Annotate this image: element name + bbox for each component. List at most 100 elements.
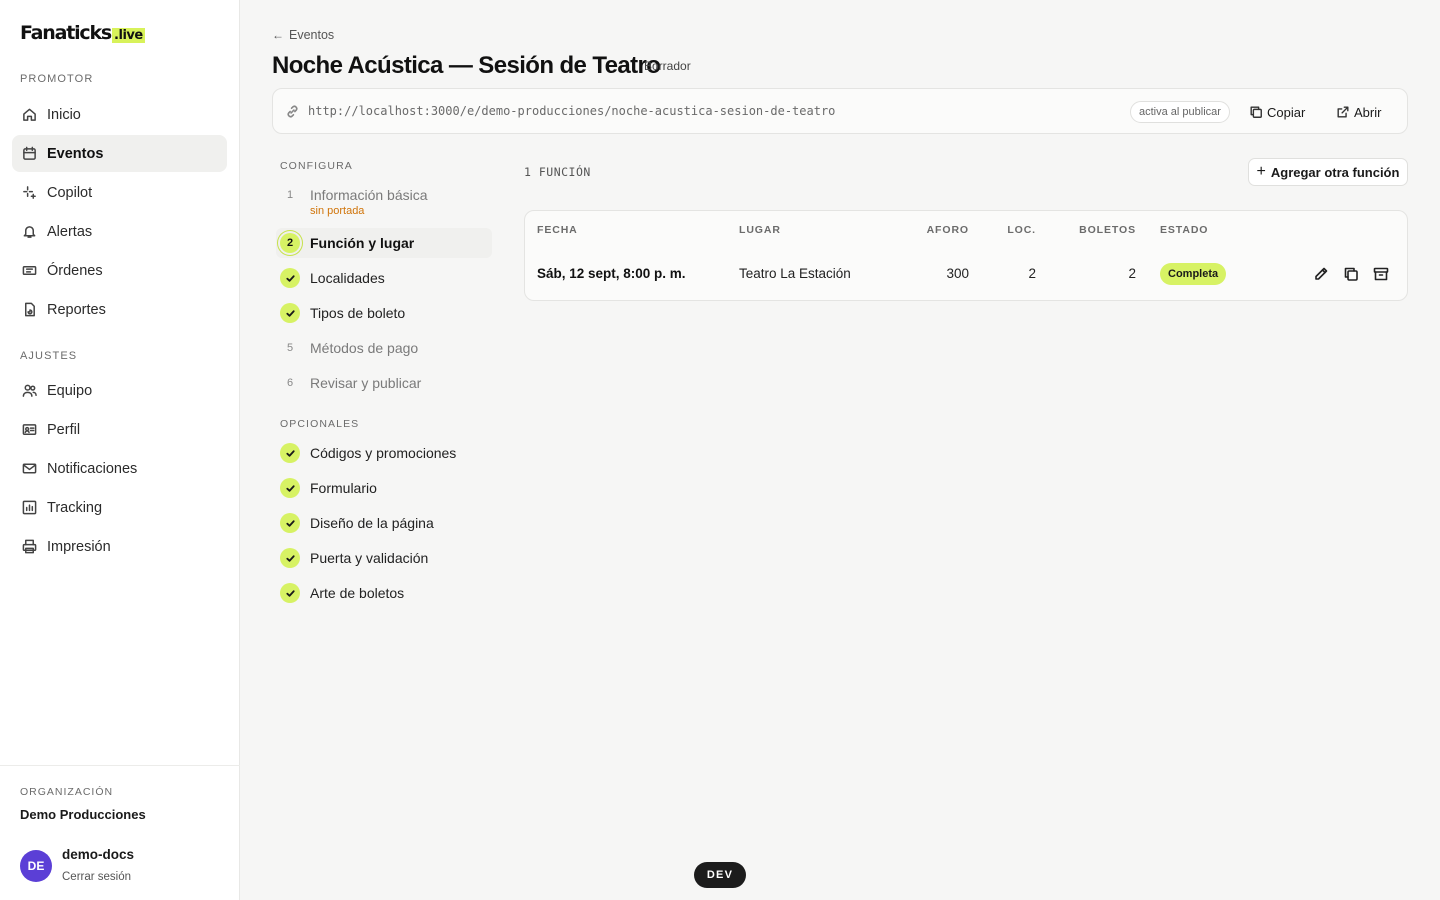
step-label: Función y lugar	[310, 235, 415, 251]
step-funcion-y-lugar[interactable]: 2 Función y lugar	[276, 228, 492, 258]
step-label: Formulario	[310, 480, 377, 496]
logo-suffix-text: .live	[112, 28, 145, 43]
back-link-label: Eventos	[289, 28, 335, 42]
step-number: 1	[286, 189, 294, 201]
back-link[interactable]: ← Eventos	[272, 28, 334, 42]
plus-icon: +	[1256, 163, 1266, 180]
link-icon	[285, 104, 300, 119]
org-name[interactable]: Demo Producciones	[20, 807, 146, 822]
check-icon	[280, 513, 300, 533]
function-count: 1 FUNCIÓN	[524, 165, 591, 179]
ticket-icon	[21, 263, 37, 279]
brand-logo[interactable]: Fanaticks .live	[20, 22, 145, 44]
step-codigos-y-promociones[interactable]: Códigos y promociones	[276, 438, 492, 468]
sidebar: Fanaticks .live PROMOTOR Inicio Eventos C…	[0, 0, 240, 900]
step-metodos-de-pago[interactable]: 5 Métodos de pago	[276, 333, 492, 363]
sidebar-item-label: Notificaciones	[47, 460, 138, 477]
logo-main-text: Fanaticks	[20, 22, 112, 44]
pencil-icon	[1315, 267, 1328, 280]
dev-badge[interactable]: DEV	[694, 862, 746, 888]
org-label: ORGANIZACIÓN	[20, 786, 114, 798]
copy-icon	[1250, 106, 1262, 118]
sidebar-item-label: Órdenes	[47, 262, 103, 279]
archive-icon	[1373, 267, 1389, 281]
edit-function-button[interactable]	[1312, 265, 1330, 283]
row-aforo: 300	[946, 266, 969, 281]
step-number: 6	[286, 377, 294, 389]
steps-heading-opcionales: OPCIONALES	[280, 418, 360, 430]
row-lugar: Teatro La Estación	[739, 266, 851, 281]
sidebar-item-inicio[interactable]: Inicio	[12, 96, 227, 133]
column-header-fecha: FECHA	[537, 224, 578, 236]
step-label: Tipos de boleto	[310, 305, 406, 321]
sidebar-item-ordenes[interactable]: Órdenes	[12, 252, 227, 289]
sidebar-item-equipo[interactable]: Equipo	[12, 372, 227, 409]
step-puerta-y-validacion[interactable]: Puerta y validación	[276, 543, 492, 573]
printer-icon	[21, 539, 37, 555]
sidebar-item-label: Equipo	[47, 382, 93, 399]
sidebar-item-alertas[interactable]: Alertas	[12, 213, 227, 250]
archive-function-button[interactable]	[1372, 265, 1390, 283]
sidebar-item-tracking[interactable]: Tracking	[12, 489, 227, 526]
check-icon	[280, 583, 300, 603]
add-function-button[interactable]: + Agregar otra función	[1248, 158, 1408, 186]
sidebar-divider	[0, 765, 240, 766]
column-header-boletos: BOLETOS	[1079, 224, 1136, 236]
sidebar-item-label: Eventos	[47, 145, 104, 162]
sidebar-item-perfil[interactable]: Perfil	[12, 411, 227, 448]
column-header-loc: LOC.	[1007, 224, 1036, 236]
open-url-button[interactable]: Abrir	[1336, 101, 1381, 123]
step-warning: sin portada	[310, 205, 365, 217]
arrow-left-icon: ←	[272, 28, 284, 42]
step-revisar-y-publicar[interactable]: 6 Revisar y publicar	[276, 368, 492, 398]
check-icon	[280, 478, 300, 498]
open-url-label: Abrir	[1354, 104, 1382, 120]
step-localidades[interactable]: Localidades	[276, 263, 492, 293]
calendar-icon	[21, 146, 37, 162]
user-name: demo-docs	[62, 847, 135, 862]
check-icon	[280, 268, 300, 288]
public-url-text[interactable]: http://localhost:3000/e/demo-produccione…	[308, 104, 835, 118]
steps-heading-configura: CONFIGURA	[280, 160, 353, 172]
step-tipos-de-boleto[interactable]: Tipos de boleto	[276, 298, 492, 328]
step-formulario[interactable]: Formulario	[276, 473, 492, 503]
sidebar-item-impresion[interactable]: Impresión	[12, 528, 227, 565]
column-header-aforo: AFORO	[926, 224, 969, 236]
copy-url-label: Copiar	[1267, 104, 1306, 120]
step-informacion-basica[interactable]: 1 Información básica	[276, 180, 492, 210]
id-card-icon	[21, 422, 37, 438]
column-header-lugar: LUGAR	[739, 224, 781, 236]
copy-icon	[1344, 267, 1358, 281]
status-badge: Completa	[1160, 263, 1227, 285]
step-label: Revisar y publicar	[310, 375, 422, 391]
step-number: 5	[286, 342, 294, 354]
row-loc: 2	[1028, 266, 1036, 281]
step-label: Códigos y promociones	[310, 445, 457, 461]
external-link-icon	[1337, 106, 1349, 118]
step-label: Puerta y validación	[310, 550, 429, 566]
sidebar-item-copilot[interactable]: Copilot	[12, 174, 227, 211]
step-label: Diseño de la página	[310, 515, 434, 531]
column-header-estado: ESTADO	[1160, 224, 1209, 236]
mail-icon	[21, 461, 37, 477]
report-icon	[21, 302, 37, 318]
row-fecha: Sáb, 12 sept, 8:00 p. m.	[537, 266, 686, 281]
chart-icon	[21, 500, 37, 516]
sidebar-item-notificaciones[interactable]: Notificaciones	[12, 450, 227, 487]
step-diseno-de-la-pagina[interactable]: Diseño de la página	[276, 508, 492, 538]
sidebar-item-reportes[interactable]: Reportes	[12, 291, 227, 328]
bell-icon	[21, 224, 37, 240]
step-arte-de-boletos[interactable]: Arte de boletos	[276, 578, 492, 608]
step-label: Información básica	[310, 187, 428, 203]
logout-link[interactable]: Cerrar sesión	[62, 871, 131, 883]
duplicate-function-button[interactable]	[1342, 265, 1360, 283]
functions-table: FECHA LUGAR AFORO LOC. BOLETOS ESTADO Sá…	[524, 210, 1408, 301]
step-label: Localidades	[310, 270, 385, 286]
sidebar-item-label: Tracking	[47, 499, 103, 516]
public-url-bar: http://localhost:3000/e/demo-produccione…	[272, 88, 1408, 134]
copy-url-button[interactable]: Copiar	[1249, 101, 1305, 123]
section-label-promotor: PROMOTOR	[20, 73, 94, 85]
sidebar-item-eventos[interactable]: Eventos	[12, 135, 227, 172]
check-icon	[280, 443, 300, 463]
avatar[interactable]: DE	[20, 850, 52, 882]
